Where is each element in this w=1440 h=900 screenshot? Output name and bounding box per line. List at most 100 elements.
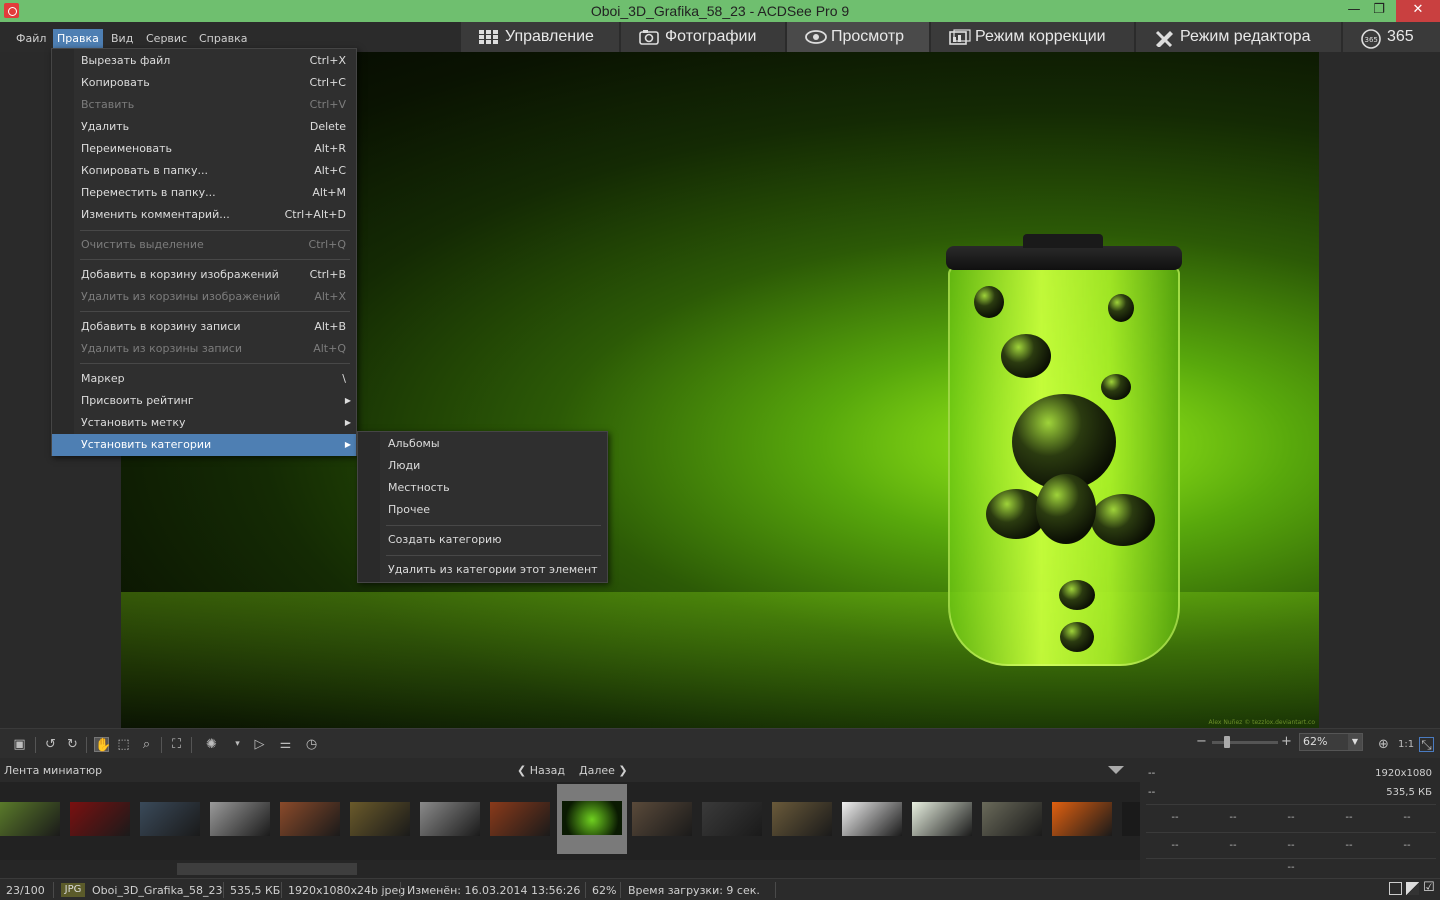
menu-item-cut-file[interactable]: Вырезать файл Ctrl+X xyxy=(52,50,356,72)
menu-item-copy-to-folder[interactable]: Копировать в папку... Alt+C xyxy=(52,160,356,182)
submenu-item-albums[interactable]: Альбомы xyxy=(358,433,607,455)
filmstrip-thumbnail[interactable] xyxy=(1052,802,1112,836)
zoom-slider-handle[interactable] xyxy=(1224,736,1230,748)
chevron-left-icon: ❮ xyxy=(517,764,527,777)
filmstrip-thumbnail[interactable] xyxy=(912,802,972,836)
menu-item-tag[interactable]: Маркер \ xyxy=(52,368,356,390)
menu-item-rename[interactable]: Переименовать Alt+R xyxy=(52,138,356,160)
status-modified: Изменён: 16.03.2014 13:56:26 xyxy=(407,884,581,897)
fit-to-window-icon[interactable]: ⤡ xyxy=(1419,737,1434,753)
menu-edit[interactable]: Правка xyxy=(53,29,103,48)
zoom-tool-icon[interactable]: ⌕ xyxy=(139,737,154,752)
collapse-filmstrip-icon[interactable] xyxy=(1108,766,1124,774)
zoom-out-icon[interactable]: − xyxy=(1194,734,1209,749)
zoom-level-select[interactable]: 62% ▼ xyxy=(1299,733,1363,751)
submenu-arrow-icon: ▶ xyxy=(344,440,351,449)
menu-view[interactable]: Вид xyxy=(108,31,136,46)
filmstrip-thumbnail[interactable] xyxy=(0,802,60,836)
menu-help[interactable]: Справка xyxy=(196,31,250,46)
select-area-icon[interactable]: ⬚ xyxy=(116,737,131,752)
filmstrip-thumbnail[interactable] xyxy=(420,802,480,836)
submenu-item-people[interactable]: Люди xyxy=(358,455,607,477)
filmstrip-thumbnail[interactable] xyxy=(140,802,200,836)
view-square-icon[interactable] xyxy=(1389,882,1402,895)
filmstrip-thumbnail[interactable] xyxy=(772,802,832,836)
dropdown-arrow-icon[interactable]: ▾ xyxy=(230,737,245,752)
menu-item-set-rating[interactable]: Присвоить рейтинг ▶ xyxy=(52,390,356,412)
tab-photos[interactable]: Фотографии xyxy=(621,22,785,52)
zoom-slider[interactable] xyxy=(1212,736,1278,748)
zoom-in-icon[interactable]: + xyxy=(1279,734,1294,749)
menu-item-add-to-image-basket[interactable]: Добавить в корзину изображений Ctrl+B xyxy=(52,264,356,286)
timer-icon[interactable]: ◷ xyxy=(304,737,319,752)
status-position: 23/100 xyxy=(6,884,45,897)
filmstrip-thumbnail[interactable] xyxy=(210,802,270,836)
filmstrip-thumbnail[interactable] xyxy=(1122,802,1140,836)
color-wheel-icon[interactable]: ✺ xyxy=(204,737,219,752)
filmstrip-thumbnail[interactable] xyxy=(632,802,692,836)
zoom-fit-icon[interactable]: ⊕ xyxy=(1376,737,1391,752)
menu-item-add-to-burn-basket[interactable]: Добавить в корзину записи Alt+B xyxy=(52,316,356,338)
tab-manage[interactable]: Управление xyxy=(461,22,619,52)
rotate-right-icon[interactable]: ↻ xyxy=(65,737,80,752)
menu-separator xyxy=(386,525,601,526)
filmstrip-scrollbar[interactable] xyxy=(0,860,1140,878)
nav-next-button[interactable]: Далее ❯ xyxy=(579,764,628,777)
filmstrip-header: Лента миниатюр ❮ Назад Далее ❯ xyxy=(0,758,1140,782)
menu-separator xyxy=(386,555,601,556)
tab-365-label: 365 xyxy=(1387,28,1414,45)
nav-back-button[interactable]: ❮ Назад xyxy=(517,764,565,777)
menu-separator xyxy=(80,230,350,231)
menu-item-move-to-folder[interactable]: Переместить в папку... Alt+M xyxy=(52,182,356,204)
exif-grid-row: -- -- -- -- -- xyxy=(1146,804,1436,830)
filmstrip-thumbnail[interactable] xyxy=(702,802,762,836)
contrast-icon[interactable] xyxy=(1406,882,1419,895)
play-slideshow-icon[interactable]: ▷ xyxy=(252,737,267,752)
menu-item-remove-from-image-basket[interactable]: Удалить из корзины изображений Alt+X xyxy=(52,286,356,308)
svg-text:365: 365 xyxy=(1365,36,1378,44)
menu-item-remove-from-burn-basket[interactable]: Удалить из корзины записи Alt+Q xyxy=(52,338,356,360)
tab-editor[interactable]: Режим редактора xyxy=(1136,22,1341,52)
filmstrip-thumbnail[interactable] xyxy=(842,802,902,836)
restore-button[interactable]: ❐ xyxy=(1364,0,1394,22)
menu-item-edit-comment[interactable]: Изменить комментарий... Ctrl+Alt+D xyxy=(52,204,356,226)
close-button[interactable]: ✕ xyxy=(1396,0,1440,22)
submenu-item-create-category[interactable]: Создать категорию xyxy=(358,529,607,551)
save-icon[interactable]: ▣ xyxy=(12,737,27,752)
menu-item-set-categories[interactable]: Установить категории ▶ xyxy=(52,434,356,456)
menu-separator xyxy=(80,311,350,312)
checkmark-icon[interactable]: ☑ xyxy=(1423,880,1435,895)
menu-item-delete[interactable]: Удалить Delete xyxy=(52,116,356,138)
cloud-365-icon: 365 xyxy=(1361,29,1381,49)
filmstrip-thumbnail[interactable] xyxy=(70,802,130,836)
properties-panel: -- 1920x1080 -- 535,5 КБ -- -- -- -- -- --… xyxy=(1140,758,1440,878)
filmstrip-thumbnail[interactable] xyxy=(350,802,410,836)
submenu-item-places[interactable]: Местность xyxy=(358,477,607,499)
filmstrip-thumbnail[interactable] xyxy=(280,802,340,836)
scrollbar-thumb[interactable] xyxy=(177,863,357,875)
menu-item-set-label[interactable]: Установить метку ▶ xyxy=(52,412,356,434)
filmstrip-thumbnail[interactable] xyxy=(982,802,1042,836)
rotate-left-icon[interactable]: ↺ xyxy=(43,737,58,752)
info-placeholder: -- xyxy=(1148,768,1156,779)
submenu-item-remove-from-category[interactable]: Удалить из категории этот элемент xyxy=(358,559,607,581)
pan-hand-icon[interactable]: ✋ xyxy=(94,737,111,753)
menu-item-paste[interactable]: Вставить Ctrl+V xyxy=(52,94,356,116)
tab-view[interactable]: Просмотр xyxy=(787,22,929,52)
actual-size-button[interactable]: 1:1 xyxy=(1398,737,1414,752)
tab-365[interactable]: 365 365 xyxy=(1343,22,1440,52)
photos-icon xyxy=(639,29,659,45)
fullscreen-icon[interactable]: ⛶ xyxy=(169,737,184,752)
adjust-sliders-icon[interactable]: ⚌ xyxy=(278,737,293,752)
tab-develop-label: Режим коррекции xyxy=(975,28,1106,45)
filmstrip-thumbnail[interactable] xyxy=(557,784,627,854)
tab-develop[interactable]: Режим коррекции xyxy=(931,22,1134,52)
menu-item-copy[interactable]: Копировать Ctrl+C xyxy=(52,72,356,94)
menu-file[interactable]: Файл xyxy=(13,31,49,46)
chevron-down-icon: ▼ xyxy=(1348,734,1362,750)
submenu-item-other[interactable]: Прочее xyxy=(358,499,607,521)
menu-item-clear-selection[interactable]: Очистить выделение Ctrl+Q xyxy=(52,234,356,256)
status-filesize: 535,5 КБ xyxy=(230,884,281,897)
menu-tools[interactable]: Сервис xyxy=(143,31,190,46)
filmstrip-thumbnail[interactable] xyxy=(490,802,550,836)
